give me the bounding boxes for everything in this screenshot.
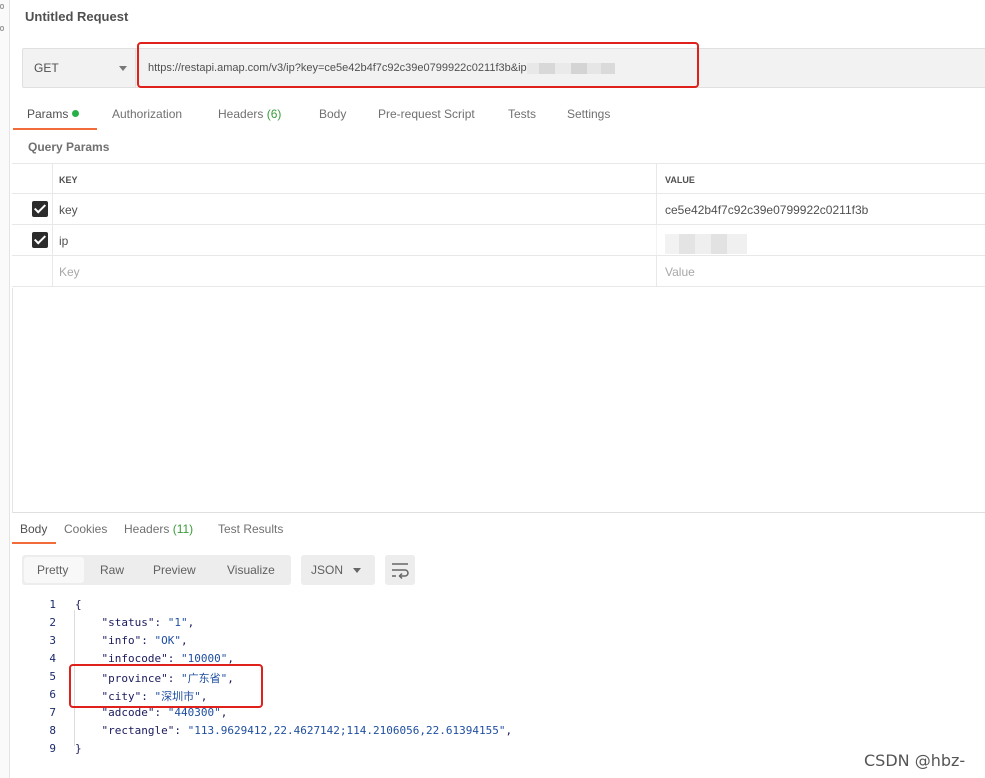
tab-label: Headers [124,522,170,536]
code-line: 2 "status": "1", [12,615,985,633]
tab-label: Headers [218,107,264,121]
tab-params[interactable]: Params [27,107,80,121]
params-active-dot-icon [72,110,80,117]
new-key-input[interactable]: Key [59,265,80,279]
code-line: 1{ [12,597,985,615]
json-value: "OK" [154,634,182,647]
param-value-cell [656,225,985,255]
request-title[interactable]: Untitled Request [25,9,128,24]
chevron-down-icon [353,568,361,573]
pretty-button[interactable]: Pretty [37,563,68,577]
tab-authorization[interactable]: Authorization [112,107,182,121]
wrap-lines-icon [392,563,409,580]
active-tab-underline [12,542,56,544]
tab-label: Settings [567,107,611,121]
response-pane-resizer[interactable] [12,512,985,513]
watermark: CSDN @hbz- [864,751,966,770]
value-column-header: VALUE [665,175,695,185]
json-value: "113.9629412,22.4627142;114.2106056,22.6… [187,724,506,737]
redacted-ip-value-blur [665,234,747,254]
method-label: GET [34,61,59,75]
value-column-header-cell: VALUE [656,164,985,194]
json-brace: { [75,598,82,611]
line-number: 6 [49,688,56,701]
json-key: "status" [101,616,155,629]
line-number: 3 [49,634,56,647]
tab-label: Body [319,107,347,121]
tab-body[interactable]: Body [319,107,346,121]
line-number: 4 [49,652,56,665]
visualize-button[interactable]: Visualize [227,563,275,577]
tab-response-headers[interactable]: Headers (11) [124,522,193,536]
wrap-lines-button[interactable] [385,555,415,585]
raw-button[interactable]: Raw [100,563,124,577]
tab-test-results[interactable]: Test Results [218,522,283,536]
tab-label: Params [27,107,69,121]
checkbox-column-header [12,164,53,194]
new-value-cell: Value [656,256,985,286]
code-line: 3 "info": "OK", [12,633,985,651]
code-line: 9} [12,741,985,759]
new-value-input[interactable]: Value [665,265,695,279]
line-number: 9 [49,742,56,755]
query-params-table: KEY VALUE key ce5e42b4f7c92c39e0799922c0… [12,163,985,287]
active-tab-underline [13,128,97,130]
response-tabs: Body Cookies Headers (11) Test Results [12,514,985,544]
json-key: "rectangle" [101,724,175,737]
json-brace: } [75,742,82,755]
param-value[interactable]: ce5e42b4f7c92c39e0799922c0211f3b [665,203,868,217]
sidebar-marker [0,26,4,31]
tab-count: (11) [172,522,194,536]
checkbox-cell [12,225,53,255]
panel-divider [12,288,13,513]
table-row: ip [12,225,985,256]
format-select[interactable]: JSON [301,555,375,585]
json-value: "1" [167,616,188,629]
tab-headers[interactable]: Headers (6) [218,107,281,121]
method-select[interactable]: GET [23,49,136,87]
key-column-header: KEY [59,175,78,185]
query-params-label: Query Params [28,140,110,154]
table-row: key ce5e42b4f7c92c39e0799922c0211f3b [12,194,985,225]
line-number: 8 [49,724,56,737]
sidebar-collapsed-strip[interactable] [0,0,10,778]
format-select-value: JSON [311,563,344,577]
tab-count: (6) [266,107,282,121]
province-city-annotation-box [69,664,263,708]
preview-button[interactable]: Preview [153,563,196,577]
tab-pre-request-script[interactable]: Pre-request Script [378,107,475,121]
chevron-down-icon [119,66,127,71]
tab-label: Authorization [112,107,183,121]
line-number: 7 [49,706,56,719]
url-annotation-box [137,42,699,88]
line-number: 5 [49,670,56,683]
code-text: "info": "OK", [101,634,188,647]
line-number: 2 [49,616,56,629]
json-key: "info" [101,634,142,647]
table-row-new: Key Value [12,256,985,287]
code-line: 8 "rectangle": "113.9629412,22.4627142;1… [12,723,985,741]
tab-label: Pre-request Script [378,107,475,121]
param-value-cell: ce5e42b4f7c92c39e0799922c0211f3b [656,194,985,224]
checkbox-cell [12,194,53,224]
tab-label: Tests [508,107,537,121]
checkbox-cell [12,256,53,286]
code-text: { [75,598,82,611]
param-key[interactable]: ip [59,234,68,248]
param-checkbox[interactable] [32,201,48,217]
tab-tests[interactable]: Tests [508,107,536,121]
line-number: 1 [49,598,56,611]
param-key[interactable]: key [59,203,78,217]
request-tabs: Params Authorization Headers (6) Body Pr… [12,100,985,132]
sidebar-marker [0,4,4,9]
code-text: } [75,742,82,755]
table-header-row: KEY VALUE [12,163,985,194]
param-checkbox[interactable] [32,232,48,248]
code-text: "rectangle": "113.9629412,22.4627142;114… [101,724,513,737]
tab-response-cookies[interactable]: Cookies [64,522,107,536]
tab-settings[interactable]: Settings [567,107,610,121]
tab-response-body[interactable]: Body [20,522,47,536]
code-text: "status": "1", [101,616,195,629]
format-group: Pretty Raw Preview Visualize [22,555,291,585]
